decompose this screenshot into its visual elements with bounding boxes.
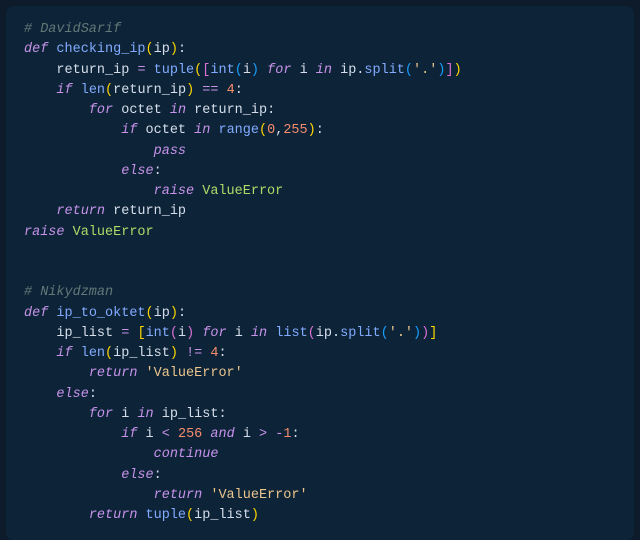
function-name: ip_to_oktet — [56, 306, 145, 321]
function-name: checking_ip — [56, 42, 145, 57]
code-block: # DavidSarif def checking_ip(ip): return… — [6, 6, 634, 540]
keyword-def: def — [24, 42, 48, 57]
code-comment: # DavidSarif — [24, 22, 121, 37]
code-comment: # Nikydzman — [24, 285, 113, 300]
keyword-def: def — [24, 306, 48, 321]
